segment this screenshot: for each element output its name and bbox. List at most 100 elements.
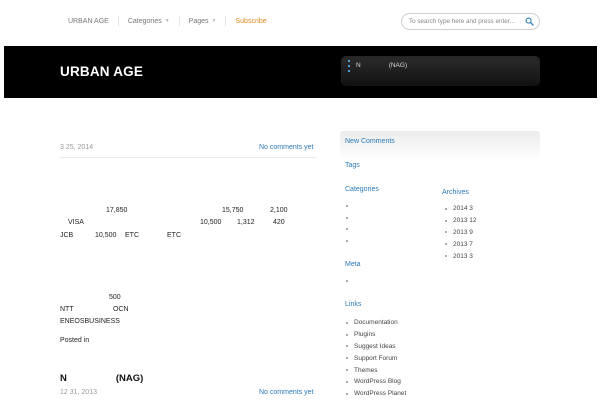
nav-item-label: Pages (188, 17, 209, 25)
list-item-label: Themes (354, 366, 378, 374)
search-icon[interactable] (525, 17, 534, 26)
bullet-icon (346, 204, 348, 207)
list-item-label: 2013 3 (453, 252, 473, 260)
chevron-down-icon: ▼ (164, 18, 170, 24)
list-item[interactable] (346, 212, 354, 224)
list-item-label: Documentation (354, 319, 398, 327)
bullet-icon (346, 240, 348, 243)
list-item-label: Support Forum (354, 354, 398, 362)
list-item-label: 2013 9 (453, 228, 473, 236)
bullet-icon (348, 65, 350, 67)
bullet-icon (346, 345, 348, 348)
post-title-part: (NAG) (115, 373, 144, 384)
featured-posts-box: N (NAG) (341, 56, 540, 86)
sidebar-tab-panel (340, 131, 540, 161)
categories-list (346, 200, 354, 247)
list-item[interactable]: 2013 9 (445, 227, 477, 239)
bullet-icon (346, 369, 348, 372)
widget-title-categories: Categories (345, 186, 379, 193)
table-cell: VISA (68, 219, 84, 226)
posted-in-label: Posted in (60, 337, 90, 344)
search-box (401, 13, 540, 30)
search-input[interactable] (409, 18, 527, 25)
table-cell: 2,100 (270, 207, 288, 214)
chevron-down-icon: ▼ (211, 18, 217, 24)
list-item[interactable]: Support Forum (346, 352, 406, 364)
comments-link[interactable]: No comments yet (259, 144, 313, 151)
table-cell: 10,500 (200, 219, 222, 226)
post-date: 3 25, 2014 (60, 144, 94, 151)
table-cell: ETC (125, 232, 139, 239)
featured-item-suffix: (NAG) (388, 62, 408, 69)
links-list: Documentation Plugins Suggest Ideas Supp… (346, 317, 406, 400)
table-cell: 420 (273, 219, 285, 226)
post-title-part: N (60, 373, 67, 384)
nav-item-categories[interactable]: Categories ▼ (117, 16, 179, 26)
bullet-icon (445, 207, 447, 210)
subscribe-link[interactable]: Subscribe (225, 16, 275, 26)
widget-title-archives: Archives (442, 189, 469, 196)
widget-title-links: Links (345, 301, 362, 308)
post-title[interactable]: N (NAG) (60, 373, 143, 384)
main-menu: URBAN AGE Categories ▼ Pages ▼ Subscribe (60, 16, 276, 26)
list-item[interactable]: 2014 3 (445, 203, 477, 215)
bullet-icon (445, 243, 447, 246)
bullet-icon (346, 216, 348, 219)
list-item-label: 2013 12 (453, 217, 477, 225)
list-item-label: 2014 3 (453, 205, 473, 213)
list-item[interactable] (346, 235, 354, 247)
widget-title-tags[interactable]: Tags (345, 162, 360, 169)
featured-item[interactable]: N (NAG) (348, 62, 407, 70)
list-item[interactable]: Documentation (346, 317, 406, 329)
bullet-icon (346, 357, 348, 360)
table-cell: JCB (60, 232, 74, 239)
list-item[interactable]: 2013 12 (445, 215, 477, 227)
site-title[interactable]: URBAN AGE (60, 64, 143, 79)
nav-item-home[interactable]: URBAN AGE (60, 16, 118, 26)
list-item-label: Suggest Ideas (354, 342, 396, 350)
list-item[interactable]: WordPress Blog (346, 376, 406, 388)
bullet-icon (346, 228, 348, 231)
divider (60, 157, 316, 158)
list-item[interactable] (346, 200, 354, 212)
post-date: 12 31, 2013 (60, 389, 97, 396)
list-item-label: WordPress Planet (354, 390, 407, 398)
featured-item-label: N (356, 62, 361, 69)
subscribe-label: Subscribe (235, 17, 267, 25)
table-cell: ETC (167, 232, 181, 239)
list-item[interactable]: 2013 3 (445, 250, 477, 262)
bullet-icon (348, 70, 350, 72)
bullet-icon (346, 333, 348, 336)
bullet-icon (445, 231, 447, 234)
list-item-label: WordPress Blog (354, 378, 401, 386)
body-text: ENEOSBUSINESS (60, 318, 120, 325)
list-item[interactable]: 2013 7 (445, 238, 477, 250)
list-item-label: 2013 7 (453, 240, 473, 248)
list-item[interactable]: Suggest Ideas (346, 341, 406, 353)
list-item[interactable] (346, 275, 354, 287)
bullet-icon (346, 279, 348, 282)
nav-item-pages[interactable]: Pages ▼ (178, 16, 226, 26)
nav-item-label: Categories (127, 17, 162, 25)
widget-title-new-comments[interactable]: New Comments (345, 138, 395, 145)
bullet-icon (346, 380, 348, 383)
comments-link[interactable]: No comments yet (259, 389, 313, 396)
table-cell: 17,850 (106, 207, 128, 214)
list-item-label: Plugins (354, 331, 376, 339)
list-item[interactable]: Plugins (346, 329, 406, 341)
body-text: NTT (60, 306, 74, 313)
archives-list: 2014 3 2013 12 2013 9 2013 7 2013 3 (445, 203, 477, 262)
list-item[interactable] (346, 224, 354, 236)
body-text: 500 (109, 294, 121, 301)
table-cell: 10,500 (95, 232, 117, 239)
featured-item[interactable] (348, 70, 407, 72)
list-item[interactable]: Themes (346, 364, 406, 376)
list-item[interactable]: WordPress Planet (346, 388, 406, 400)
site-header: URBAN AGE N (NAG) (4, 46, 597, 98)
bullet-icon (346, 321, 348, 324)
bullet-icon (348, 60, 350, 62)
nav-item-label: URBAN AGE (68, 17, 109, 25)
bullet-icon (445, 255, 447, 258)
body-text: OCN (113, 306, 129, 313)
top-navigation: URBAN AGE Categories ▼ Pages ▼ Subscribe (0, 0, 600, 44)
